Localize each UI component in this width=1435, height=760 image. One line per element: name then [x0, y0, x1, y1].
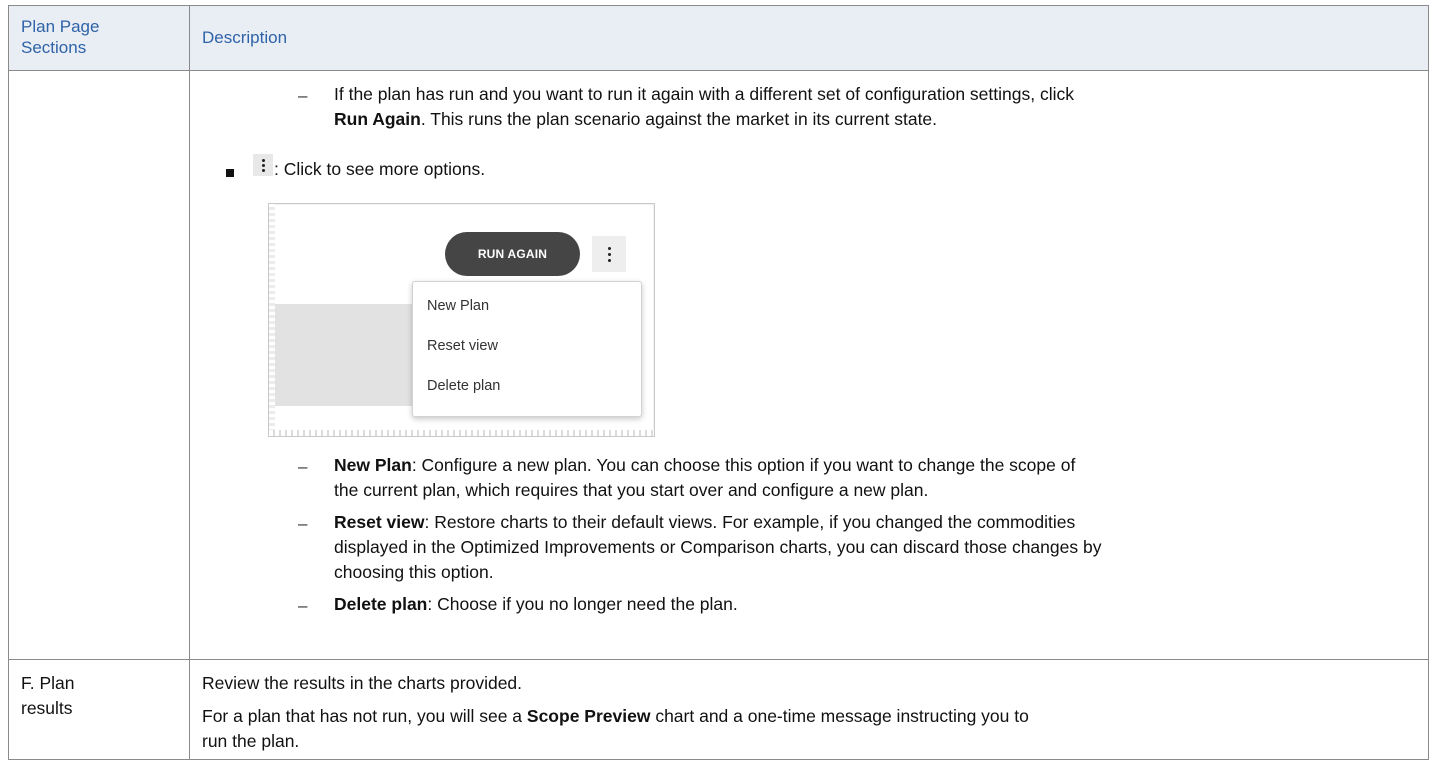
torn-edge-bottom — [269, 430, 654, 436]
header-col1-line2: Sections — [21, 38, 87, 57]
menu-item-new-plan[interactable]: New Plan — [427, 294, 489, 319]
section-label-line2: results — [21, 698, 73, 718]
new-plan-bold: New Plan — [334, 455, 412, 475]
plan-results-para1: Review the results in the charts provide… — [202, 673, 523, 693]
dash-marker: – — [298, 86, 308, 105]
dash-marker: – — [298, 514, 308, 533]
run-again-button[interactable]: RUN AGAIN — [445, 232, 580, 276]
reset-view-line2: displayed in the Optimized Improvements … — [334, 537, 1102, 557]
kebab-menu-icon — [253, 154, 273, 176]
table-header-row: Plan Page Sections Description — [8, 5, 1429, 71]
options-dropdown-menu: New Plan Reset view Delete plan — [412, 281, 642, 417]
new-plan-line2: the current plan, which requires that yo… — [334, 480, 929, 500]
dash-marker: – — [298, 457, 308, 476]
delete-plan-line1: Delete plan: Choose if you no longer nee… — [334, 594, 738, 614]
scope-preview-bold: Scope Preview — [526, 706, 651, 726]
plan-page-table: Plan Page Sections Description – If the … — [8, 5, 1429, 760]
reset-view-line3: choosing this option. — [334, 562, 494, 582]
reset-view-bold: Reset view — [334, 512, 425, 532]
plan-menu-screenshot: RUN AGAIN New Plan Reset view Delete pla… — [268, 203, 655, 437]
description-cell: – If the plan has run and you want to ru… — [189, 70, 1429, 660]
section-cell-empty — [8, 70, 190, 660]
section-label-line1: F. Plan — [21, 673, 75, 693]
header-description: Description — [189, 5, 1429, 71]
table-row: – If the plan has run and you want to ru… — [8, 70, 1429, 660]
plan-results-para2-line2: run the plan. — [202, 731, 300, 751]
run-again-line2: Run Again. This runs the plan scenario a… — [334, 107, 1414, 132]
plan-results-para2-line1: For a plan that has not run, you will se… — [202, 706, 1029, 726]
new-plan-line1: New Plan: Configure a new plan. You can … — [334, 455, 1076, 475]
header-col1-line1: Plan Page — [21, 17, 100, 36]
menu-item-reset-view[interactable]: Reset view — [427, 334, 498, 359]
run-again-bold: Run Again — [334, 109, 421, 129]
more-options-text: : Click to see more options. — [274, 159, 486, 179]
run-again-rest: . This runs the plan scenario against th… — [420, 109, 938, 129]
kebab-menu-icon-large[interactable] — [592, 236, 626, 272]
bullet-square — [226, 169, 234, 177]
header-plan-page-sections: Plan Page Sections — [8, 5, 190, 71]
table-row: F. Plan results Review the results in th… — [8, 659, 1429, 760]
delete-plan-bold: Delete plan — [334, 594, 428, 614]
run-again-line1: If the plan has run and you want to run … — [334, 84, 1074, 104]
dash-marker: – — [298, 596, 308, 615]
reset-view-line1: Reset view: Restore charts to their defa… — [334, 512, 1076, 532]
menu-item-delete-plan[interactable]: Delete plan — [427, 374, 500, 399]
description-cell-plan-results: Review the results in the charts provide… — [189, 659, 1429, 760]
section-cell-plan-results: F. Plan results — [8, 659, 190, 760]
